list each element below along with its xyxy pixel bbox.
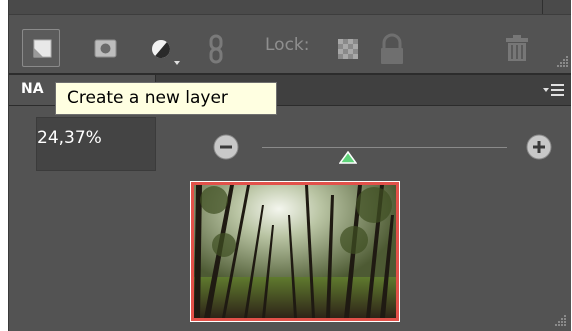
lock-transparency-icon [338,39,358,59]
new-layer-icon [33,39,52,58]
trash-icon [506,35,528,61]
zoom-slider-thumb[interactable] [339,151,357,165]
navigator-preview[interactable] [190,181,400,322]
tab-navigator-label: NA [21,81,44,97]
adjustment-layer-button[interactable] [142,29,180,67]
resize-grip-icon[interactable] [557,56,569,68]
layer-mask-icon [94,39,117,58]
panel-top-strip [9,0,571,15]
tooltip: Create a new layer [55,82,277,115]
link-layers-button[interactable] [197,29,235,67]
forest-photo-thumbnail [194,185,396,318]
lock-label: Lock: [265,35,310,55]
zoom-value: 24,37% [37,128,102,148]
new-layer-button[interactable] [22,29,60,67]
resize-grip-icon[interactable] [555,315,567,327]
zoom-out-button[interactable] [212,133,240,161]
add-layer-mask-button[interactable] [86,29,124,67]
minus-circle-icon [220,145,232,149]
view-box[interactable] [191,182,399,321]
lock-transparency-button[interactable] [329,29,367,67]
delete-layer-button[interactable] [497,29,535,67]
layers-toolbar: Lock: [9,15,571,75]
zoom-in-button[interactable] [525,133,553,161]
link-icon [209,34,223,64]
panel-menu-icon[interactable] [543,82,565,98]
padlock-icon [381,33,403,64]
lock-all-button[interactable] [372,29,410,67]
layers-navigator-panel: Lock: NA 24,37% [8,0,571,331]
zoom-slider-track[interactable] [262,147,507,148]
adjustment-layer-icon [152,40,180,65]
